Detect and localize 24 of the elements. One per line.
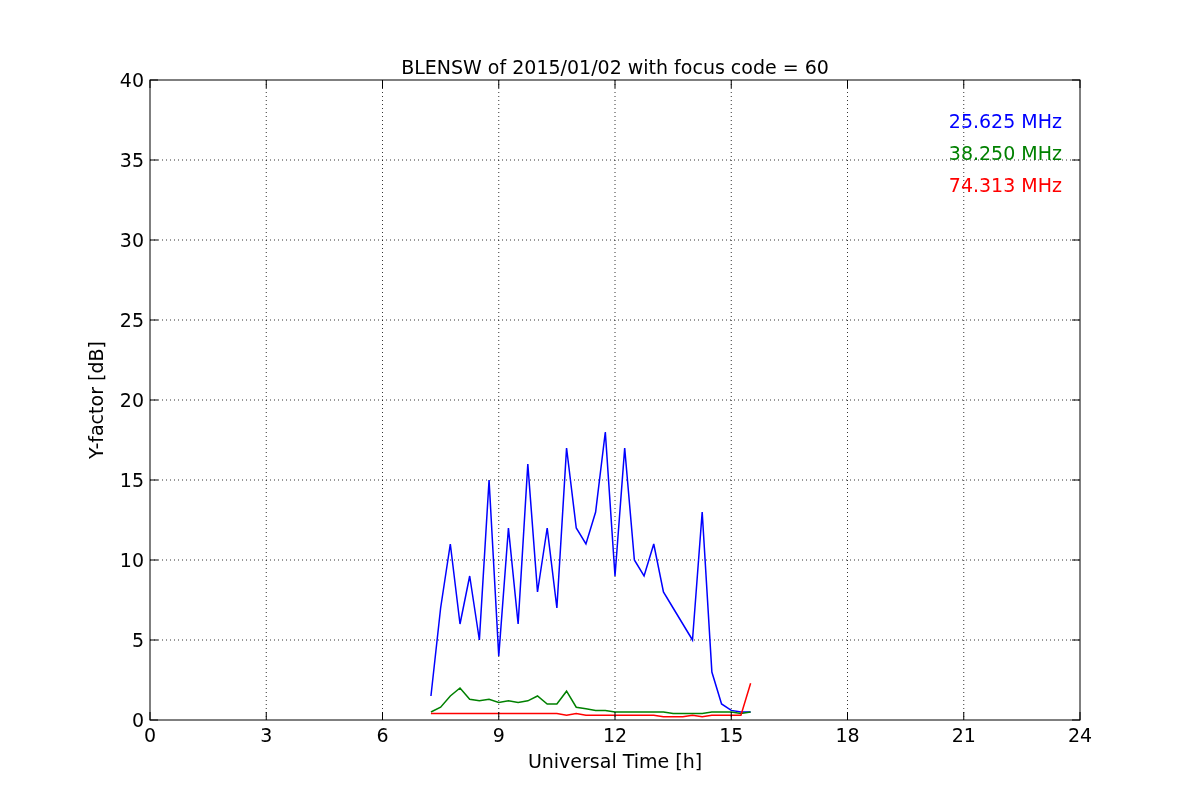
y-tick-label: 25 — [119, 309, 144, 331]
x-tick-label: 6 — [376, 724, 389, 746]
x-tick-label: 12 — [602, 724, 628, 746]
x-tick-label: 21 — [951, 724, 976, 746]
x-tick-label: 9 — [492, 724, 505, 746]
y-tick-label: 20 — [119, 389, 144, 411]
y-tick-label: 5 — [131, 629, 144, 651]
legend-label: 74.313 MHz — [948, 174, 1062, 196]
y-tick-label: 30 — [119, 229, 144, 251]
x-axis-label: Universal Time [h] — [527, 750, 703, 772]
x-tick-label: 18 — [835, 724, 860, 746]
y-axis-label: Y-factor [dB] — [85, 341, 107, 459]
x-tick-label: 24 — [1067, 724, 1093, 746]
x-tick-label: 15 — [719, 724, 744, 746]
x-tick-label: 3 — [260, 724, 273, 746]
legend-label: 38.250 MHz — [948, 142, 1062, 164]
y-tick-label: 35 — [119, 149, 144, 171]
x-tick-label: 0 — [143, 724, 157, 746]
y-tick-label: 40 — [119, 69, 144, 91]
legend-label: 25.625 MHz — [948, 110, 1062, 132]
y-tick-label: 15 — [119, 469, 144, 491]
y-tick-label: 10 — [119, 549, 144, 571]
chart-title: BLENSW of 2015/01/02 with focus code = 60 — [401, 56, 829, 78]
y-tick-label: 0 — [131, 709, 144, 731]
